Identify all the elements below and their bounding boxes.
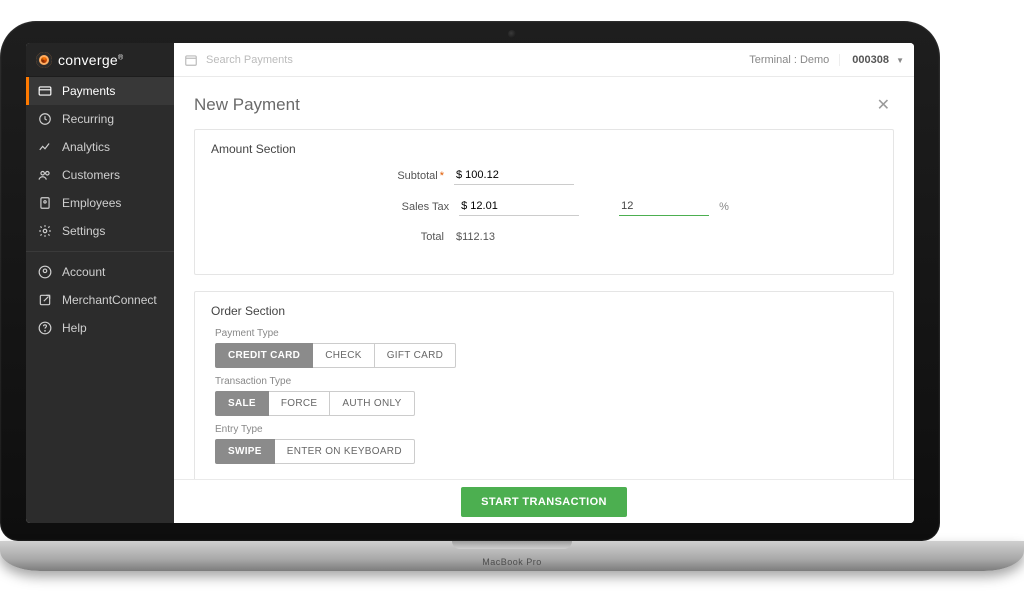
sidebar-item-payments[interactable]: Payments (26, 77, 174, 105)
external-icon (38, 293, 52, 307)
sidebar-item-analytics[interactable]: Analytics (26, 133, 174, 161)
content-area: New Payment ✕ Amount Section Subtotal* S… (174, 77, 914, 479)
sidebar-item-customers[interactable]: Customers (26, 161, 174, 189)
terminal-id: 000308 (848, 54, 893, 66)
sidebar-item-label: Payments (62, 84, 115, 98)
gear-icon (38, 224, 52, 238)
payment-type-credit-card[interactable]: CREDIT CARD (215, 343, 313, 368)
transaction-type-group: SALE FORCE AUTH ONLY (215, 391, 877, 416)
amount-section-heading: Amount Section (211, 142, 877, 156)
app-screen: converge® Payments Recurring Analytics C… (26, 43, 914, 523)
people-icon (38, 168, 52, 182)
percent-symbol: % (719, 201, 729, 213)
page-title: New Payment (194, 95, 300, 115)
sidebar-item-merchantconnect[interactable]: MerchantConnect (26, 286, 174, 314)
sidebar-item-label: Account (62, 265, 105, 279)
sidebar-item-label: Analytics (62, 140, 110, 154)
order-section-heading: Order Section (211, 304, 877, 318)
sidebar: converge® Payments Recurring Analytics C… (26, 43, 174, 523)
sidebar-item-label: MerchantConnect (62, 293, 157, 307)
entry-type-group: SWIPE ENTER ON KEYBOARD (215, 439, 877, 464)
brand: converge® (26, 43, 174, 77)
transaction-type-label: Transaction Type (215, 376, 877, 387)
total-row: Total $112.13 (211, 228, 877, 246)
order-section-panel: Order Section Payment Type CREDIT CARD C… (194, 291, 894, 479)
salestax-label: Sales Tax (359, 201, 449, 213)
sidebar-separator (26, 251, 174, 252)
payment-type-gift-card[interactable]: GIFT CARD (375, 343, 456, 368)
help-icon (38, 321, 52, 335)
entry-type-label: Entry Type (215, 424, 877, 435)
main-area: Terminal : Demo 000308 ▼ New Payment ✕ A… (174, 43, 914, 523)
sidebar-item-label: Employees (62, 196, 121, 210)
total-value: $112.13 (454, 228, 574, 246)
laptop-notch (452, 541, 572, 549)
sidebar-item-label: Settings (62, 224, 105, 238)
sidebar-item-settings[interactable]: Settings (26, 217, 174, 245)
subtotal-row: Subtotal* (211, 166, 877, 185)
transaction-type-force[interactable]: FORCE (269, 391, 331, 416)
brand-name: converge® (58, 52, 123, 68)
total-label: Total (354, 231, 444, 243)
entry-type-keyboard[interactable]: ENTER ON KEYBOARD (275, 439, 415, 464)
sidebar-item-label: Recurring (62, 112, 114, 126)
user-circle-icon (38, 265, 52, 279)
start-transaction-button[interactable]: START TRANSACTION (461, 487, 627, 517)
search-input[interactable] (206, 54, 741, 66)
terminal-label: Terminal : Demo (749, 54, 840, 66)
entry-type-swipe[interactable]: SWIPE (215, 439, 275, 464)
card-icon (38, 84, 52, 98)
sidebar-item-recurring[interactable]: Recurring (26, 105, 174, 133)
sidebar-item-account[interactable]: Account (26, 258, 174, 286)
sidebar-item-employees[interactable]: Employees (26, 189, 174, 217)
badge-icon (38, 196, 52, 210)
clock-icon (38, 112, 52, 126)
subtotal-input[interactable] (454, 166, 574, 185)
sidebar-item-label: Customers (62, 168, 120, 182)
salestax-pct-input[interactable] (619, 197, 709, 216)
salestax-row: Sales Tax % (211, 197, 877, 216)
salestax-input[interactable] (459, 197, 579, 216)
laptop-base: MacBook Pro (0, 541, 1024, 571)
trend-icon (38, 140, 52, 154)
chevron-down-icon: ▼ (896, 56, 904, 65)
topbar: Terminal : Demo 000308 ▼ (174, 43, 914, 77)
device-label: MacBook Pro (482, 557, 542, 567)
transaction-type-auth-only[interactable]: AUTH ONLY (330, 391, 414, 416)
payment-type-check[interactable]: CHECK (313, 343, 375, 368)
terminal-selector[interactable]: 000308 ▼ (848, 54, 904, 66)
payment-type-group: CREDIT CARD CHECK GIFT CARD (215, 343, 877, 368)
sidebar-item-help[interactable]: Help (26, 314, 174, 342)
calendar-icon (184, 53, 198, 67)
payment-type-label: Payment Type (215, 328, 877, 339)
subtotal-label: Subtotal* (354, 170, 444, 182)
sidebar-item-label: Help (62, 321, 87, 335)
camera-dot (508, 30, 516, 38)
brand-logo-icon (36, 52, 52, 68)
footer-bar: START TRANSACTION (174, 479, 914, 523)
transaction-type-sale[interactable]: SALE (215, 391, 269, 416)
amount-section-panel: Amount Section Subtotal* Sales Tax % (194, 129, 894, 275)
close-icon[interactable]: ✕ (873, 91, 894, 119)
